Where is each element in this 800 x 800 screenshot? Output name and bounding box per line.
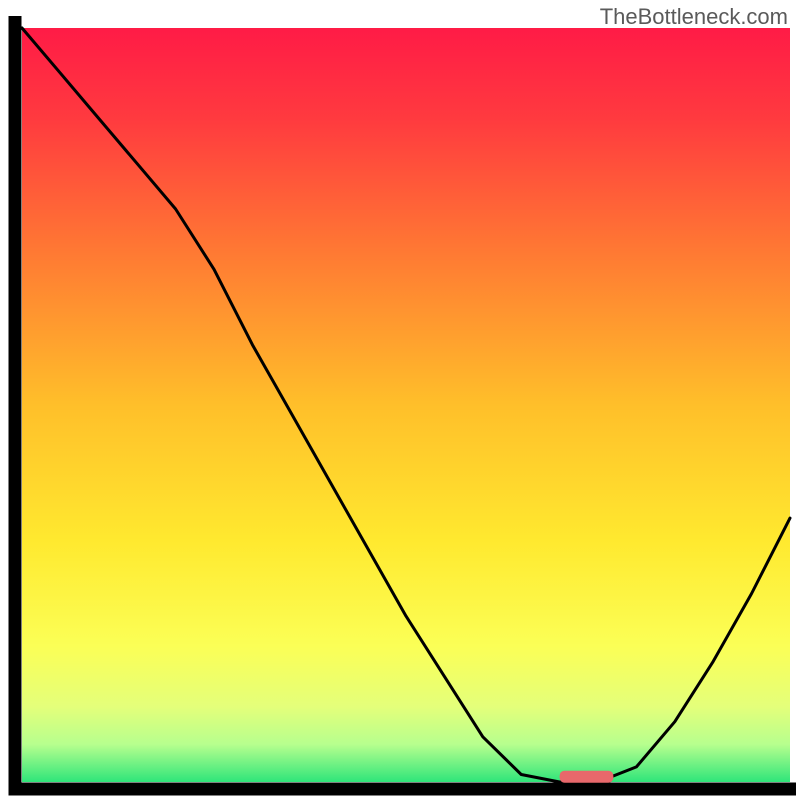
bottleneck-chart <box>0 0 800 800</box>
plot-background <box>22 28 790 782</box>
watermark-text: TheBottleneck.com <box>600 4 788 30</box>
chart-container: TheBottleneck.com <box>0 0 800 800</box>
optimum-highlight <box>560 771 614 783</box>
